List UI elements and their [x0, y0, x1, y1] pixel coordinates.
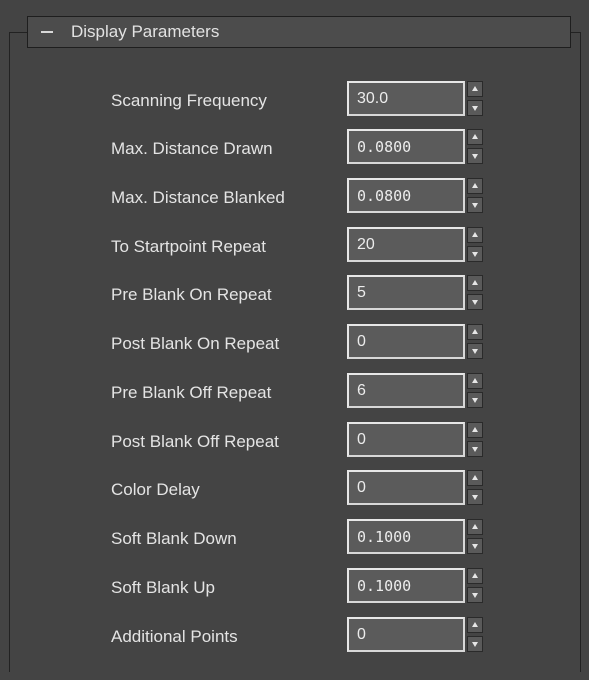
scanning-frequency-input[interactable]	[347, 81, 465, 116]
spinner-down-arrow-icon[interactable]	[467, 294, 483, 310]
parameter-row-post-blank-off-repeat: Post Blank Off Repeat	[0, 422, 589, 462]
parameter-row-to-startpoint-repeat: To Startpoint Repeat	[0, 227, 589, 267]
display-parameters-panel: Display Parameters Scanning Frequency Ma…	[0, 0, 589, 680]
post-blank-off-repeat-input[interactable]	[347, 422, 465, 457]
spinner-buttons	[467, 519, 483, 554]
spinner-buttons	[467, 470, 483, 505]
parameter-label: To Startpoint Repeat	[111, 237, 266, 256]
spinner-down-arrow-icon[interactable]	[467, 587, 483, 603]
spinner-down-arrow-icon[interactable]	[467, 148, 483, 164]
max-distance-blanked-input[interactable]	[347, 178, 465, 213]
spinner-buttons	[467, 275, 483, 310]
additional-points-input[interactable]	[347, 617, 465, 652]
spinner-up-arrow-icon[interactable]	[467, 617, 483, 633]
pre-blank-off-repeat-input[interactable]	[347, 373, 465, 408]
max-distance-drawn-input[interactable]	[347, 129, 465, 164]
to-startpoint-repeat-input[interactable]	[347, 227, 465, 262]
parameter-row-color-delay: Color Delay	[0, 470, 589, 510]
parameter-label: Max. Distance Drawn	[111, 139, 273, 158]
spinner-up-arrow-icon[interactable]	[467, 275, 483, 291]
spinner-buttons	[467, 324, 483, 359]
spinner-down-arrow-icon[interactable]	[467, 636, 483, 652]
spinner-buttons	[467, 422, 483, 457]
parameter-row-max-distance-drawn: Max. Distance Drawn	[0, 129, 589, 169]
spinner-up-arrow-icon[interactable]	[467, 81, 483, 97]
parameter-label: Post Blank Off Repeat	[111, 432, 279, 451]
spinner-down-arrow-icon[interactable]	[467, 538, 483, 554]
parameter-label: Color Delay	[111, 480, 200, 499]
parameter-label: Post Blank On Repeat	[111, 334, 280, 353]
rollout-title: Display Parameters	[71, 22, 220, 41]
parameter-label: Soft Blank Down	[111, 529, 237, 548]
spinner-buttons	[467, 568, 483, 603]
soft-blank-up-input[interactable]	[347, 568, 465, 603]
spinner-up-arrow-icon[interactable]	[467, 422, 483, 438]
parameter-row-pre-blank-off-repeat: Pre Blank Off Repeat	[0, 373, 589, 413]
rollout-header[interactable]: Display Parameters	[27, 16, 571, 48]
parameter-row-additional-points: Additional Points	[0, 617, 589, 657]
minus-icon[interactable]	[41, 25, 53, 39]
parameter-row-pre-blank-on-repeat: Pre Blank On Repeat	[0, 275, 589, 315]
parameter-label: Soft Blank Up	[111, 578, 215, 597]
spinner-up-arrow-icon[interactable]	[467, 129, 483, 145]
parameter-label: Scanning Frequency	[111, 91, 267, 110]
spinner-up-arrow-icon[interactable]	[467, 568, 483, 584]
spinner-up-arrow-icon[interactable]	[467, 373, 483, 389]
parameter-row-soft-blank-down: Soft Blank Down	[0, 519, 589, 559]
spinner-up-arrow-icon[interactable]	[467, 470, 483, 486]
soft-blank-down-input[interactable]	[347, 519, 465, 554]
spinner-down-arrow-icon[interactable]	[467, 246, 483, 262]
spinner-buttons	[467, 81, 483, 116]
parameter-label: Max. Distance Blanked	[111, 188, 285, 207]
parameter-label: Additional Points	[111, 627, 238, 646]
spinner-buttons	[467, 617, 483, 652]
spinner-buttons	[467, 129, 483, 164]
color-delay-input[interactable]	[347, 470, 465, 505]
parameter-row-post-blank-on-repeat: Post Blank On Repeat	[0, 324, 589, 364]
spinner-up-arrow-icon[interactable]	[467, 324, 483, 340]
spinner-down-arrow-icon[interactable]	[467, 100, 483, 116]
spinner-buttons	[467, 227, 483, 262]
parameter-row-scanning-frequency: Scanning Frequency	[0, 81, 589, 121]
pre-blank-on-repeat-input[interactable]	[347, 275, 465, 310]
spinner-up-arrow-icon[interactable]	[467, 178, 483, 194]
spinner-down-arrow-icon[interactable]	[467, 392, 483, 408]
parameter-label: Pre Blank Off Repeat	[111, 383, 272, 402]
spinner-up-arrow-icon[interactable]	[467, 227, 483, 243]
spinner-down-arrow-icon[interactable]	[467, 343, 483, 359]
spinner-down-arrow-icon[interactable]	[467, 441, 483, 457]
parameter-row-max-distance-blanked: Max. Distance Blanked	[0, 178, 589, 218]
spinner-up-arrow-icon[interactable]	[467, 519, 483, 535]
parameter-row-soft-blank-up: Soft Blank Up	[0, 568, 589, 608]
spinner-down-arrow-icon[interactable]	[467, 197, 483, 213]
spinner-down-arrow-icon[interactable]	[467, 489, 483, 505]
spinner-buttons	[467, 178, 483, 213]
post-blank-on-repeat-input[interactable]	[347, 324, 465, 359]
spinner-buttons	[467, 373, 483, 408]
parameter-label: Pre Blank On Repeat	[111, 285, 272, 304]
